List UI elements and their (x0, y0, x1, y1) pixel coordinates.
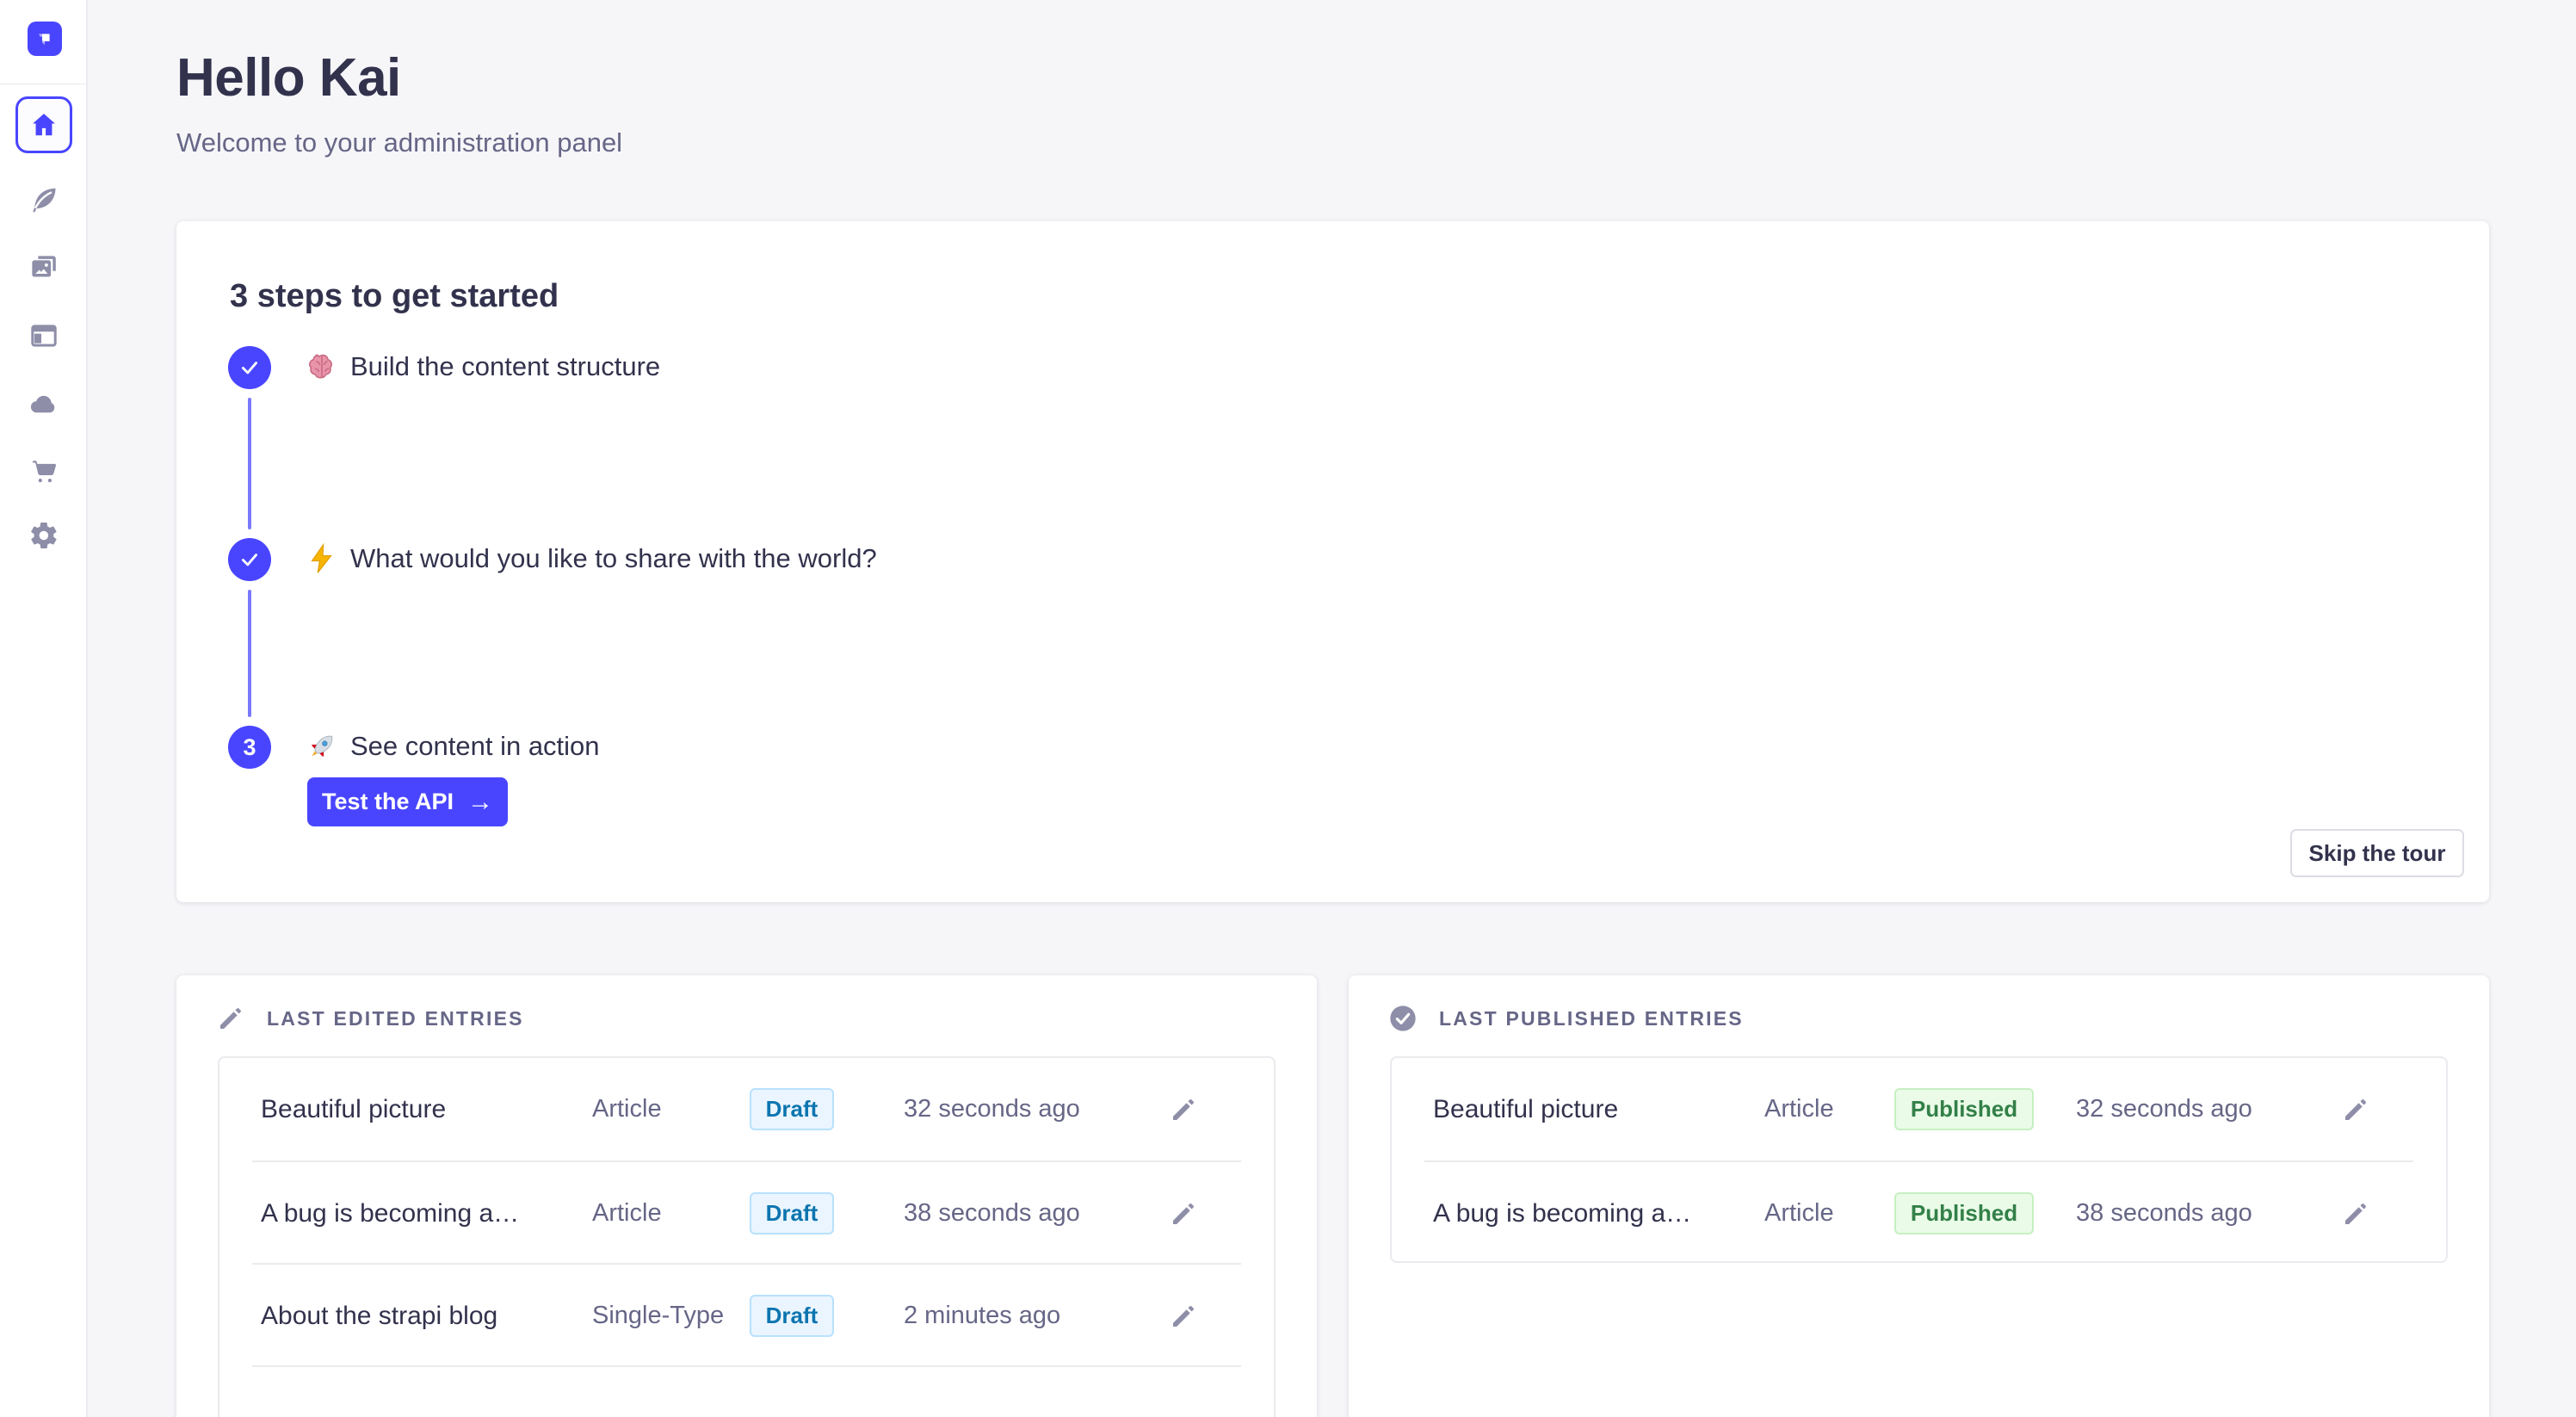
home-icon (28, 109, 59, 140)
pencil-icon (2342, 1200, 2369, 1228)
entry-time: 32 seconds ago (904, 1058, 1080, 1160)
main-navigation-sidebar (0, 0, 88, 1417)
sidebar-item-content-manager[interactable] (27, 183, 61, 217)
sidebar-item-home[interactable] (15, 96, 72, 153)
step-1-done-circle (228, 346, 271, 389)
lightning-emoji-icon (306, 542, 338, 575)
strapi-dashboard: Hello Kai Welcome to your administration… (0, 0, 2576, 1417)
published-entries-table: Beautiful picture Article Published 32 s… (1390, 1056, 2448, 1263)
status-badge: Draft (750, 1088, 835, 1130)
entry-title: A bug is becoming a… (261, 1162, 519, 1265)
onboarding-title: 3 steps to get started (230, 278, 559, 315)
last-edited-entries-header: LAST EDITED ENTRIES (217, 1005, 524, 1032)
skip-the-tour-button[interactable]: Skip the tour (2290, 829, 2464, 877)
step-1-label[interactable]: Build the content structure (306, 345, 660, 388)
onboarding-card: 3 steps to get started Build the content… (176, 221, 2489, 902)
skip-the-tour-label: Skip the tour (2309, 840, 2446, 867)
entry-time: 38 seconds ago (904, 1162, 1080, 1265)
entry-time: 32 seconds ago (2076, 1058, 2252, 1160)
test-the-api-button[interactable]: Test the API → (307, 777, 508, 826)
pencil-icon (2342, 1096, 2369, 1123)
edit-entry-button[interactable] (2330, 1162, 2381, 1265)
check-icon (238, 356, 261, 379)
check-circle-icon (1389, 1005, 1417, 1032)
layout-icon (28, 320, 59, 351)
step-connector (248, 398, 251, 529)
entry-title: Beautiful picture (261, 1058, 446, 1160)
entry-type: Article (592, 1058, 662, 1160)
edited-entries-table: Beautiful picture Article Draft 32 secon… (218, 1056, 1276, 1417)
feather-icon (28, 184, 59, 215)
entry-type: Article (592, 1162, 662, 1265)
arrow-right-icon: → (467, 789, 493, 815)
pencil-icon (1170, 1200, 1197, 1228)
status-badge: Draft (750, 1192, 835, 1234)
gear-icon (28, 520, 59, 551)
strapi-logo-icon (34, 28, 56, 50)
pencil-icon (1170, 1303, 1197, 1330)
rocket-emoji-icon (306, 730, 338, 763)
table-row (219, 1365, 1274, 1417)
status-badge: Published (1894, 1088, 2034, 1130)
edit-entry-button[interactable] (1158, 1162, 1209, 1265)
entry-title: Beautiful picture (1433, 1058, 1618, 1160)
brain-emoji-icon (306, 350, 338, 383)
step-3-label[interactable]: See content in action (306, 725, 600, 768)
last-published-entries-title: LAST PUBLISHED ENTRIES (1439, 1007, 1744, 1030)
entry-time: 2 minutes ago (904, 1265, 1060, 1367)
test-the-api-label: Test the API (322, 789, 454, 815)
last-published-entries-header: LAST PUBLISHED ENTRIES (1389, 1005, 1744, 1032)
table-row[interactable]: A bug is becoming a… Article Draft 38 se… (219, 1160, 1274, 1263)
status-badge: Draft (750, 1295, 835, 1337)
edit-entry-button[interactable] (2330, 1058, 2381, 1160)
edit-entry-button[interactable] (1158, 1265, 1209, 1367)
cart-icon (28, 455, 59, 486)
step-2-text: What would you like to share with the wo… (350, 543, 877, 574)
cloud-icon (28, 389, 59, 420)
strapi-logo[interactable] (28, 22, 62, 56)
check-icon (238, 548, 261, 571)
entry-title: About the strapi blog (261, 1265, 497, 1367)
page-title: Hello Kai (176, 47, 401, 108)
pencil-icon (217, 1005, 244, 1032)
table-row[interactable]: Beautiful picture Article Draft 32 secon… (219, 1058, 1274, 1160)
step-2-label[interactable]: What would you like to share with the wo… (306, 537, 877, 580)
pencil-icon (1170, 1096, 1197, 1123)
last-edited-entries-title: LAST EDITED ENTRIES (267, 1007, 524, 1030)
entry-time: 38 seconds ago (2076, 1162, 2252, 1265)
step-3-number: 3 (243, 734, 256, 761)
sidebar-item-media-library[interactable] (27, 250, 61, 284)
step-3-number-circle: 3 (228, 726, 271, 769)
entry-type: Article (1764, 1058, 1834, 1160)
edit-entry-button[interactable] (1158, 1058, 1209, 1160)
entry-type: Article (1764, 1162, 1834, 1265)
step-3-text: See content in action (350, 731, 600, 762)
table-row[interactable]: A bug is becoming a… Article Published 3… (1392, 1160, 2446, 1263)
last-edited-entries-panel: LAST EDITED ENTRIES Beautiful picture Ar… (176, 975, 1317, 1417)
pictures-icon (28, 251, 59, 282)
sidebar-item-settings[interactable] (27, 518, 61, 553)
step-connector (248, 590, 251, 717)
sidebar-item-marketplace[interactable] (27, 454, 61, 488)
table-row[interactable]: Beautiful picture Article Published 32 s… (1392, 1058, 2446, 1160)
page-subtitle: Welcome to your administration panel (176, 127, 622, 158)
step-1-text: Build the content structure (350, 351, 660, 382)
step-2-done-circle (228, 538, 271, 581)
last-published-entries-panel: LAST PUBLISHED ENTRIES Beautiful picture… (1349, 975, 2489, 1417)
sidebar-item-cloud[interactable] (27, 387, 61, 422)
status-badge: Published (1894, 1192, 2034, 1234)
sidebar-item-content-type-builder[interactable] (27, 319, 61, 353)
entry-title: A bug is becoming a… (1433, 1162, 1691, 1265)
table-row[interactable]: About the strapi blog Single-Type Draft … (219, 1263, 1274, 1365)
